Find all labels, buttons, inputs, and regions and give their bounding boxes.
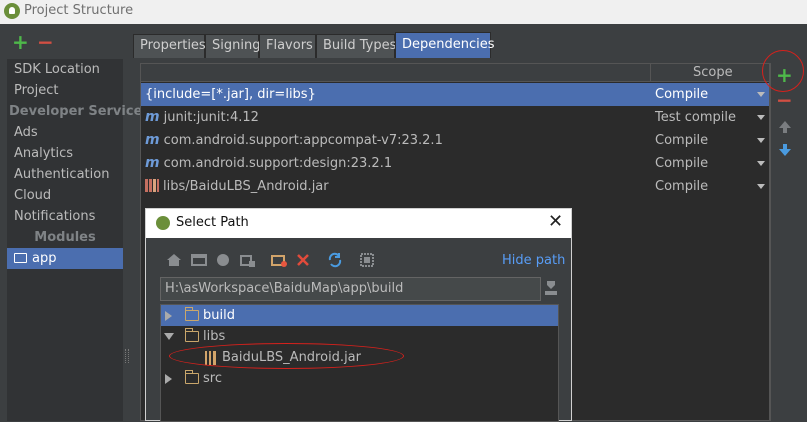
home-icon[interactable] <box>166 252 182 268</box>
dependency-scope[interactable]: Test compile <box>655 106 736 129</box>
column-header-scope[interactable]: Scope <box>693 65 733 80</box>
sidebar-item-sdk-location[interactable]: SDK Location <box>7 59 123 80</box>
tree-item-label: build <box>203 308 235 323</box>
tab-properties[interactable]: Properties <box>133 34 206 58</box>
add-button-highlight-circle <box>762 50 804 92</box>
jar-highlight-ellipse <box>169 343 404 369</box>
table-row[interactable]: m junit:junit:4.12 Test compile <box>141 106 769 129</box>
dependency-name: {include=[*.jar], dir=libs} <box>145 87 316 102</box>
folder-icon <box>184 370 199 384</box>
tree-item-libs[interactable]: libs <box>161 326 558 347</box>
sidebar-header-developer-services: Developer Services <box>9 104 151 119</box>
scope-dropdown-icon[interactable] <box>757 138 765 143</box>
dependency-scope[interactable]: Compile <box>655 129 708 152</box>
sidebar-item-analytics[interactable]: Analytics <box>7 143 123 164</box>
sidebar-item-app[interactable]: app <box>7 248 123 269</box>
new-folder-icon[interactable] <box>271 252 287 268</box>
dependencies-toolbar: + − <box>770 63 800 421</box>
android-studio-icon <box>4 3 20 19</box>
refresh-icon[interactable] <box>327 252 343 268</box>
table-row[interactable]: {include=[*.jar], dir=libs} Compile <box>141 83 769 106</box>
tree-item-src[interactable]: src <box>161 368 558 389</box>
tab-signing[interactable]: Signing <box>205 34 260 58</box>
tree-item-label: libs <box>203 329 226 344</box>
tab-flavors[interactable]: Flavors <box>259 34 316 58</box>
maven-icon: m <box>145 109 160 125</box>
maven-icon: m <box>145 155 160 171</box>
delete-icon[interactable] <box>295 252 311 268</box>
remove-dependency-button[interactable]: − <box>776 90 793 110</box>
dependency-name: com.android.support:appcompat-v7:23.2.1 <box>163 133 443 148</box>
dependency-name: junit:junit:4.12 <box>163 110 259 125</box>
sidebar-item-authentication[interactable]: Authentication <box>7 164 123 185</box>
table-row[interactable]: m com.android.support:design:23.2.1 Compi… <box>141 152 769 175</box>
jar-library-icon <box>145 179 159 192</box>
scope-dropdown-icon[interactable] <box>757 115 765 120</box>
close-icon[interactable]: ✕ <box>548 211 563 232</box>
sidebar-item-label: app <box>32 251 57 266</box>
dependency-name: libs/BaiduLBS_Android.jar <box>163 179 329 194</box>
folder-icon <box>184 307 199 321</box>
collapse-arrow-icon[interactable] <box>164 333 174 340</box>
folder-icon <box>184 328 199 342</box>
sidebar-item-cloud[interactable]: Cloud <box>7 185 123 206</box>
sidebar-item-project[interactable]: Project <box>7 80 123 101</box>
module-folder-icon <box>14 253 27 263</box>
tab-build-types[interactable]: Build Types <box>316 34 396 58</box>
table-header: Scope <box>141 64 769 82</box>
sidebar-header-modules: Modules <box>34 230 96 245</box>
dependency-scope[interactable]: Compile <box>655 152 708 175</box>
dependency-scope[interactable]: Compile <box>655 175 708 198</box>
sidebar: SDK Location Project Developer Services … <box>7 59 151 421</box>
remove-module-button[interactable]: − <box>37 32 54 52</box>
move-down-icon[interactable] <box>778 143 792 157</box>
desktop-icon[interactable] <box>191 252 207 268</box>
tree-item-label: src <box>203 371 222 386</box>
show-hidden-icon[interactable] <box>359 252 375 268</box>
maven-icon: m <box>145 132 160 148</box>
table-row[interactable]: libs/BaiduLBS_Android.jar Compile <box>141 175 769 198</box>
panel-splitter[interactable] <box>125 349 129 363</box>
dialog-title: Select Path <box>176 215 249 230</box>
android-studio-icon <box>156 216 170 230</box>
sidebar-item-ads[interactable]: Ads <box>7 122 123 143</box>
window-title: Project Structure <box>24 3 134 18</box>
sidebar-item-notifications[interactable]: Notifications <box>7 206 123 227</box>
dependency-name: com.android.support:design:23.2.1 <box>163 156 393 171</box>
table-row[interactable]: m com.android.support:appcompat-v7:23.2.1… <box>141 129 769 152</box>
move-up-icon[interactable] <box>778 120 792 134</box>
dialog-titlebar: Select Path ✕ <box>146 209 571 238</box>
project-icon[interactable] <box>215 252 231 268</box>
dependency-scope[interactable]: Compile <box>655 83 708 106</box>
column-separator[interactable] <box>650 64 651 82</box>
scope-dropdown-icon[interactable] <box>757 184 765 189</box>
add-module-button[interactable]: + <box>12 32 29 52</box>
tree-item-build[interactable]: build <box>161 305 558 326</box>
module-icon[interactable] <box>240 252 256 268</box>
path-field[interactable]: H:\asWorkspace\BaiduMap\app\build <box>160 277 541 301</box>
hide-path-link[interactable]: Hide path <box>502 253 565 268</box>
expand-arrow-icon[interactable] <box>165 374 172 384</box>
scope-dropdown-icon[interactable] <box>757 161 765 166</box>
path-history-icon[interactable] <box>544 280 558 296</box>
select-path-dialog: Select Path ✕ Hide path H:\asWorkspace\B… <box>145 208 572 422</box>
tab-dependencies[interactable]: Dependencies <box>395 32 495 58</box>
scope-dropdown-icon[interactable] <box>757 92 765 97</box>
window-titlebar: Project Structure <box>0 0 807 24</box>
expand-arrow-icon[interactable] <box>165 311 172 321</box>
